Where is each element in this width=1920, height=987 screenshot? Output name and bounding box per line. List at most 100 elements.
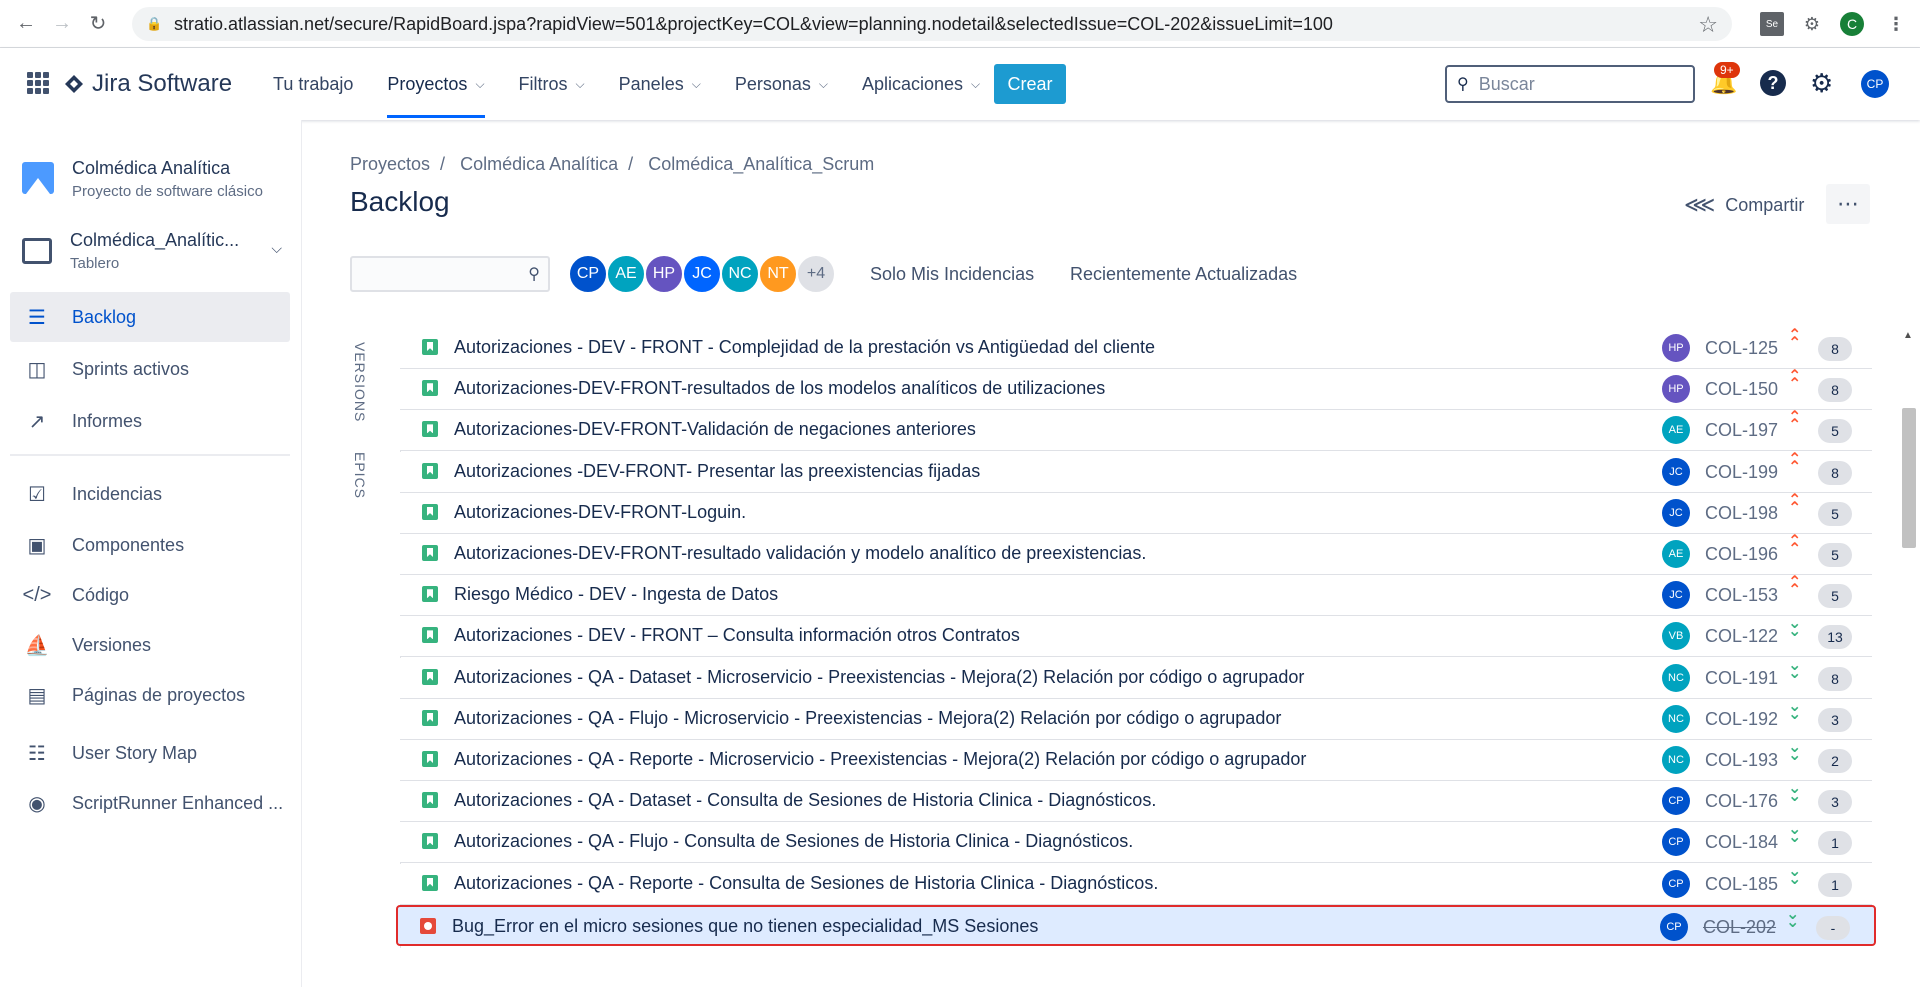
avatar[interactable]: JC [682, 254, 722, 294]
issue-row[interactable]: Autorizaciones - DEV - FRONT – Consulta … [400, 616, 1872, 658]
issue-row[interactable]: Autorizaciones - QA - Reporte - Microser… [400, 740, 1872, 781]
issue-summary[interactable]: Riesgo Médico - DEV - Ingesta de Datos [454, 584, 778, 605]
sidebar-item-incidencias[interactable]: ☑ Incidencias [10, 469, 290, 519]
issue-key[interactable]: COL-153 [1705, 585, 1778, 606]
issue-summary[interactable]: Bug_Error en el micro sesiones que no ti… [452, 916, 1038, 937]
avatar[interactable]: NT [758, 254, 798, 294]
avatar[interactable]: CP [568, 254, 608, 294]
issue-key[interactable]: COL-150 [1705, 379, 1778, 400]
issue-summary[interactable]: Autorizaciones - DEV - FRONT - Complejid… [454, 337, 1155, 358]
scroll-up-arrow-icon[interactable]: ▲ [1903, 330, 1913, 341]
assignee-avatar[interactable]: AE [1662, 540, 1690, 568]
assignee-avatar[interactable]: CP [1660, 912, 1688, 941]
assignee-avatar[interactable]: NC [1662, 663, 1690, 692]
issue-key[interactable]: COL-191 [1705, 668, 1778, 689]
assignee-avatar[interactable]: JC [1662, 581, 1690, 610]
issue-key[interactable]: COL-184 [1705, 832, 1778, 853]
assignee-avatar[interactable]: JC [1662, 457, 1690, 486]
reload-icon[interactable]: ↻ [80, 6, 116, 42]
issue-row[interactable]: Autorizaciones-DEV-FRONT-resultados de l… [400, 369, 1872, 411]
issue-summary[interactable]: Autorizaciones-DEV-FRONT-Loguin. [454, 502, 746, 523]
issue-row[interactable]: Autorizaciones-DEV-FRONT-Loguin. JC COL-19… [400, 492, 1872, 534]
assignee-avatar[interactable]: VB [1662, 622, 1690, 651]
issue-summary[interactable]: Autorizaciones - QA - Dataset - Consulta… [454, 790, 1156, 811]
issue-row[interactable]: Autorizaciones - DEV - FRONT - Complejid… [400, 328, 1872, 369]
avatar[interactable]: HP [644, 254, 684, 294]
profile-avatar[interactable]: C [1840, 12, 1864, 36]
assignee-avatar[interactable]: HP [1662, 334, 1690, 362]
issue-summary[interactable]: Autorizaciones - QA - Reporte - Microser… [454, 749, 1306, 770]
issue-summary[interactable]: Autorizaciones - QA - Flujo - Microservi… [454, 708, 1281, 729]
issue-key[interactable]: COL-198 [1705, 503, 1778, 524]
menu-aplicaciones[interactable]: Aplicaciones ⌵ [852, 48, 990, 120]
sidebar-item-versiones[interactable]: ⛵ Versiones [10, 620, 290, 670]
issue-summary[interactable]: Autorizaciones -DEV-FRONT- Presentar las… [454, 461, 980, 482]
share-button[interactable]: ⋘ Compartir [1684, 192, 1804, 218]
issue-summary[interactable]: Autorizaciones - QA - Flujo - Consulta d… [454, 831, 1133, 852]
backlog-search-input[interactable]: ⚲ [350, 256, 550, 292]
issue-key[interactable]: COL-199 [1705, 462, 1778, 483]
sidebar-item-codigo[interactable]: </> Código [10, 570, 290, 620]
issue-key[interactable]: COL-196 [1705, 544, 1778, 565]
browser-menu-icon[interactable]: ⋮ [1884, 12, 1908, 36]
issue-row[interactable]: Autorizaciones-DEV-FRONT-Validación de n… [400, 410, 1872, 452]
tab-versions[interactable]: VERSIONS [352, 342, 368, 422]
sidebar-item-scriptrunner[interactable]: ◉ ScriptRunner Enhanced ... [10, 778, 290, 828]
selenium-extension-icon[interactable]: Se [1760, 12, 1784, 36]
scrollbar-thumb[interactable] [1902, 408, 1916, 548]
user-avatar[interactable]: CP [1861, 70, 1889, 98]
assignee-avatar[interactable]: CP [1662, 787, 1690, 816]
quick-filter-mis-incidencias[interactable]: Solo Mis Incidencias [870, 264, 1034, 285]
sidebar-item-informes[interactable]: ↗ Informes [10, 396, 290, 446]
issue-key[interactable]: COL-185 [1705, 874, 1778, 895]
issue-summary[interactable]: Autorizaciones - QA - Dataset - Microser… [454, 667, 1304, 688]
jira-logo[interactable]: Jira Software [64, 70, 232, 98]
sidebar-item-paginas[interactable]: ▤ Páginas de proyectos [10, 670, 290, 720]
more-avatars[interactable]: +4 [796, 254, 836, 294]
issue-row[interactable]: Autorizaciones -DEV-FRONT- Presentar las… [400, 451, 1872, 493]
assignee-avatar[interactable]: NC [1662, 704, 1690, 733]
issue-summary[interactable]: Autorizaciones - QA - Reporte - Consulta… [454, 873, 1158, 894]
back-arrow-icon[interactable]: ← [8, 6, 44, 42]
issue-row[interactable]: Autorizaciones - QA - Dataset - Consulta… [400, 781, 1872, 823]
issue-key[interactable]: COL-192 [1705, 709, 1778, 730]
quick-filter-recientes[interactable]: Recientemente Actualizadas [1070, 264, 1297, 285]
issue-summary[interactable]: Autorizaciones - DEV - FRONT – Consulta … [454, 625, 1020, 646]
issue-summary[interactable]: Autorizaciones-DEV-FRONT-resultado valid… [454, 543, 1146, 564]
menu-paneles[interactable]: Paneles ⌵ [609, 48, 711, 120]
issue-row[interactable]: Autorizaciones - QA - Dataset - Microser… [400, 657, 1872, 699]
app-switcher-icon[interactable] [27, 72, 49, 94]
assignee-avatar[interactable]: AE [1662, 416, 1690, 445]
menu-personas[interactable]: Personas ⌵ [725, 48, 838, 120]
issue-key[interactable]: COL-197 [1705, 420, 1778, 441]
avatar[interactable]: NC [720, 254, 760, 294]
sidebar-item-componentes[interactable]: ▣ Componentes [10, 520, 290, 570]
issue-row[interactable]: Autorizaciones - QA - Flujo - Consulta d… [400, 822, 1872, 864]
more-actions-button[interactable]: ⋯ [1826, 184, 1870, 224]
tab-epics[interactable]: EPICS [352, 452, 368, 499]
help-icon[interactable]: ? [1760, 70, 1786, 96]
extensions-puzzle-icon[interactable]: ⚙ [1800, 12, 1824, 36]
settings-gear-icon[interactable]: ⚙ [1810, 68, 1833, 99]
sidebar-item-user-story-map[interactable]: ☷ User Story Map [10, 728, 290, 778]
forward-arrow-icon[interactable]: → [44, 6, 80, 42]
menu-filtros[interactable]: Filtros ⌵ [509, 48, 595, 120]
menu-tu-trabajo[interactable]: Tu trabajo [263, 48, 363, 120]
issue-summary[interactable]: Autorizaciones-DEV-FRONT-resultados de l… [454, 378, 1105, 399]
assignee-avatar[interactable]: HP [1662, 375, 1690, 404]
url-text[interactable]: stratio.atlassian.net/secure/RapidBoard.… [174, 14, 1333, 35]
bookmark-star-icon[interactable]: ☆ [1698, 12, 1718, 38]
issue-row[interactable]: Autorizaciones-DEV-FRONT-resultado valid… [400, 534, 1872, 575]
chevron-down-icon[interactable]: ⌵ [271, 240, 282, 257]
breadcrumb-board[interactable]: Colmédica_Analítica_Scrum [648, 154, 874, 174]
issue-key[interactable]: COL-193 [1705, 750, 1778, 771]
issue-key[interactable]: COL-125 [1705, 338, 1778, 359]
create-button[interactable]: Crear [994, 64, 1066, 104]
issue-key[interactable]: COL-202 [1703, 917, 1776, 938]
address-bar[interactable]: 🔒 stratio.atlassian.net/secure/RapidBoar… [132, 7, 1732, 41]
global-search-input[interactable]: ⚲ Buscar [1445, 65, 1695, 103]
issue-summary[interactable]: Autorizaciones-DEV-FRONT-Validación de n… [454, 419, 976, 440]
assignee-avatar[interactable]: JC [1662, 498, 1690, 527]
issue-row[interactable]: Autorizaciones - QA - Flujo - Microservi… [400, 698, 1872, 740]
assignee-avatar[interactable]: CP [1662, 869, 1690, 898]
